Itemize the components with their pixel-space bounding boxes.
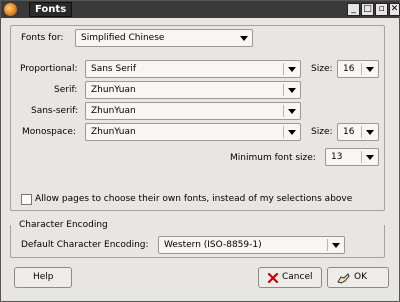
fonts-for-value: Simplified Chinese [81, 33, 165, 43]
combo-separator [327, 239, 328, 251]
fonts-for-select[interactable]: Simplified Chinese [75, 29, 253, 47]
monospace-size-label: Size: [311, 127, 333, 137]
help-button-label: Help [33, 272, 54, 282]
minimum-font-size-value: 13 [331, 152, 343, 162]
monospace-label: Monospace: [22, 127, 76, 137]
ok-button-label: OK [354, 272, 367, 282]
restore-button[interactable]: □ [361, 3, 374, 16]
default-encoding-label: Default Character Encoding: [21, 240, 149, 250]
proportional-select[interactable]: Sans Serif [85, 60, 301, 78]
proportional-size-value: 16 [343, 64, 355, 74]
chevron-down-icon [366, 67, 374, 72]
ok-hand-icon [337, 273, 350, 284]
chevron-down-icon [332, 243, 340, 248]
combo-separator [361, 63, 362, 75]
combo-separator [283, 126, 284, 138]
serif-label: Serif: [54, 85, 78, 95]
firefox-icon[interactable] [4, 3, 17, 16]
combo-separator [361, 126, 362, 138]
default-encoding-select[interactable]: Western (ISO-8859-1) [158, 236, 345, 254]
monospace-size-value: 16 [343, 127, 355, 137]
sans-serif-value: ZhunYuan [91, 106, 136, 116]
minimum-font-size-select[interactable]: 13 [325, 148, 379, 166]
allow-pages-label[interactable]: Allow pages to choose their own fonts, i… [35, 192, 352, 206]
cancel-button-label: Cancel [282, 272, 313, 282]
serif-select[interactable]: ZhunYuan [85, 81, 301, 99]
fonts-dialog: Fonts _ □ ▫ ✕ Fonts for: Simplified Chin… [0, 0, 400, 302]
chevron-down-icon [288, 88, 296, 93]
chevron-down-icon [366, 130, 374, 135]
close-button[interactable]: ✕ [389, 3, 400, 16]
fonts-for-label: Fonts for: [21, 33, 64, 43]
cancel-button[interactable]: Cancel [258, 267, 322, 288]
chevron-down-icon [288, 67, 296, 72]
combo-separator [283, 63, 284, 75]
maximize-button[interactable]: ▫ [375, 3, 388, 16]
monospace-size-select[interactable]: 16 [337, 123, 379, 141]
combo-separator [283, 105, 284, 117]
help-button[interactable]: Help [14, 267, 72, 288]
chevron-down-icon [240, 36, 248, 41]
minimize-button[interactable]: _ [347, 3, 360, 16]
default-encoding-value: Western (ISO-8859-1) [164, 240, 262, 250]
monospace-select[interactable]: ZhunYuan [85, 123, 301, 141]
proportional-label: Proportional: [20, 64, 78, 74]
allow-pages-checkbox[interactable] [21, 194, 32, 205]
serif-value: ZhunYuan [91, 85, 136, 95]
chevron-down-icon [288, 130, 296, 135]
combo-separator [283, 84, 284, 96]
proportional-size-select[interactable]: 16 [337, 60, 379, 78]
minimum-font-size-label: Minimum font size: [230, 153, 316, 163]
proportional-value: Sans Serif [91, 64, 137, 74]
window-title: Fonts [29, 2, 73, 17]
ok-button[interactable]: OK [327, 267, 389, 288]
chevron-down-icon [366, 155, 374, 160]
chevron-down-icon [288, 109, 296, 114]
monospace-value: ZhunYuan [91, 127, 136, 137]
combo-separator [361, 151, 362, 163]
sans-serif-label: Sans-serif: [31, 106, 79, 116]
cancel-x-icon [267, 272, 279, 284]
character-encoding-heading: Character Encoding [17, 218, 110, 232]
title-bar[interactable]: Fonts _ □ ▫ ✕ [1, 1, 400, 18]
proportional-size-label: Size: [311, 64, 333, 74]
sans-serif-select[interactable]: ZhunYuan [85, 102, 301, 120]
